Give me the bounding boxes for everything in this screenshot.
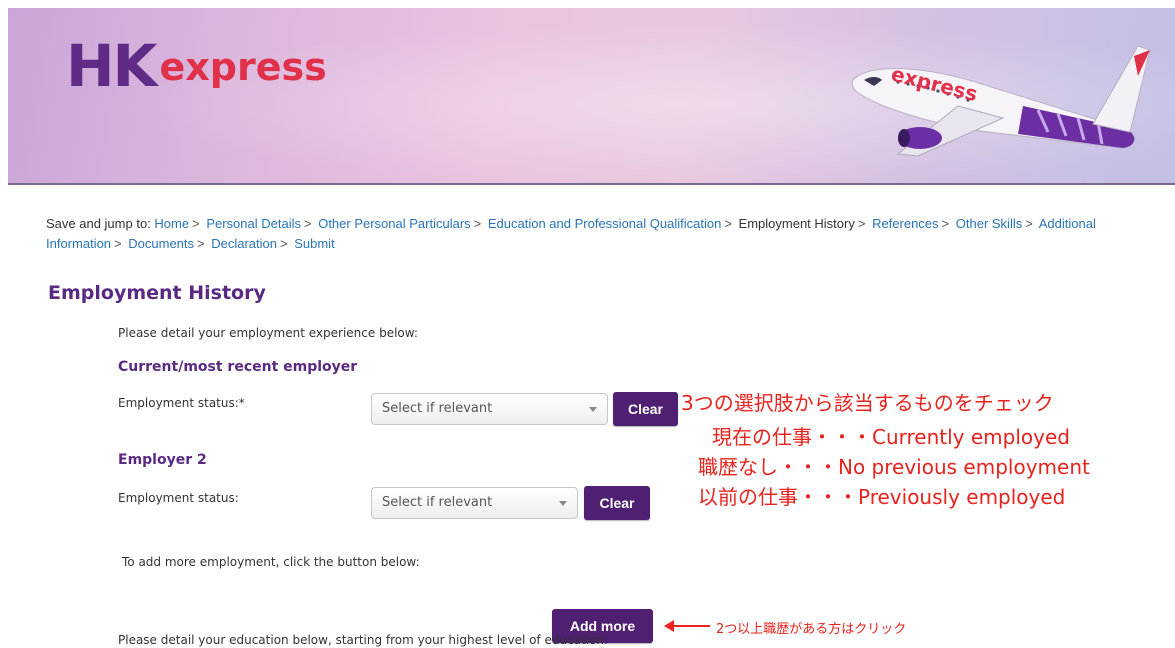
page: HK express express Save and jump to: Hom… — [0, 0, 1175, 648]
page-title: Employment History — [48, 282, 266, 304]
breadcrumb-separator: > — [724, 216, 732, 231]
employer1-status-label: Employment status:* — [118, 396, 245, 410]
employer2-select-value: Select if relevant — [382, 495, 493, 510]
breadcrumb-separator: > — [1025, 216, 1033, 231]
logo-express-text: express — [159, 45, 327, 89]
breadcrumb-item-employment-history: Employment History — [738, 216, 855, 231]
chevron-down-icon — [589, 407, 597, 412]
breadcrumb-item-declaration[interactable]: Declaration — [211, 236, 277, 251]
breadcrumb-prefix: Save and jump to: — [46, 216, 151, 231]
annotation-line3: 職歴なし・・・No previous employment — [698, 455, 1090, 479]
annotation-add-more: 2つ以上職歴がある方はクリック — [716, 622, 907, 637]
annotation-line4: 以前の仕事・・・Previously employed — [698, 485, 1066, 509]
employer2-status-select[interactable]: Select if relevant — [371, 487, 578, 519]
employment-intro: Please detail your employment experience… — [118, 326, 418, 340]
breadcrumb-item-personal-details[interactable]: Personal Details — [206, 216, 301, 231]
annotation-line1: 3つの選択肢から該当するものをチェック — [681, 391, 1054, 415]
employer2-clear-button[interactable]: Clear — [584, 486, 650, 520]
annotation-line2: 現在の仕事・・・Currently employed — [712, 425, 1070, 449]
breadcrumb-separator: > — [473, 216, 482, 231]
breadcrumb-item-home[interactable]: Home — [154, 216, 189, 231]
breadcrumb-item-submit[interactable]: Submit — [294, 236, 334, 251]
breadcrumb-item-education-and-professional-qualification[interactable]: Education and Professional Qualification — [488, 216, 721, 231]
breadcrumb-item-other-personal-particulars[interactable]: Other Personal Particulars — [318, 216, 470, 231]
logo-hk-text: HK — [66, 32, 157, 100]
employer2-status-label: Employment status: — [118, 491, 239, 505]
employer1-clear-button[interactable]: Clear — [613, 392, 678, 426]
breadcrumb-item-documents[interactable]: Documents — [128, 236, 194, 251]
breadcrumb-item-references[interactable]: References — [872, 216, 938, 231]
breadcrumb-separator: > — [192, 216, 200, 231]
breadcrumb-item-other-skills[interactable]: Other Skills — [956, 216, 1022, 231]
education-intro: Please detail your education below, star… — [118, 633, 609, 647]
airplane-illustration: express — [851, 45, 1151, 157]
breadcrumb-separator: > — [197, 236, 205, 251]
breadcrumb: Save and jump to: Home > Personal Details… — [46, 214, 1146, 254]
breadcrumb-separator: > — [303, 216, 312, 231]
breadcrumb-separator: > — [114, 236, 122, 251]
employer1-select-value: Select if relevant — [382, 401, 493, 416]
employer1-heading: Current/most recent employer — [118, 359, 358, 375]
hkexpress-logo[interactable]: HK express — [66, 32, 327, 100]
chevron-down-icon — [559, 501, 567, 506]
add-more-intro: To add more employment, click the button… — [122, 555, 420, 569]
breadcrumb-separator: > — [280, 236, 288, 251]
breadcrumb-separator: > — [857, 216, 866, 231]
header-banner: HK express express — [8, 8, 1175, 185]
employer2-heading: Employer 2 — [118, 452, 207, 468]
arrow-left-icon — [664, 620, 710, 632]
breadcrumb-separator: > — [941, 216, 950, 231]
employer1-status-select[interactable]: Select if relevant — [371, 393, 608, 425]
